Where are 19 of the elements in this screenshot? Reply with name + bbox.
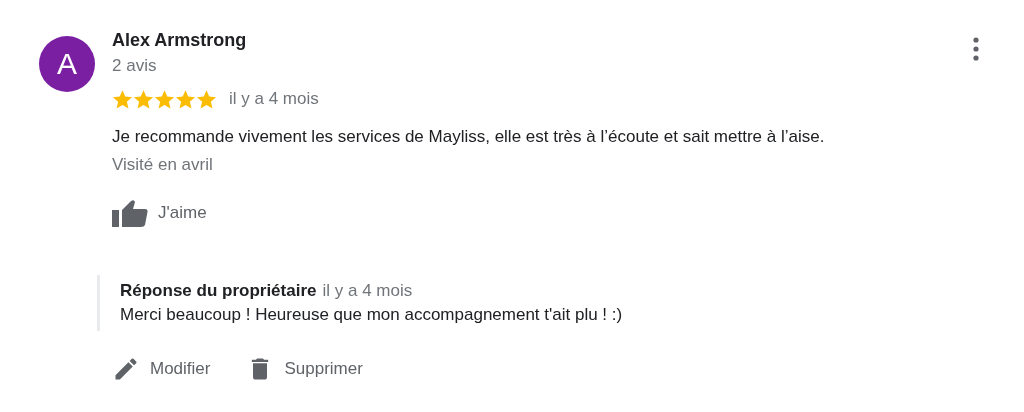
star-icon: [133, 88, 154, 110]
reply-time: il y a 4 mois: [322, 280, 413, 302]
star-icon: [112, 88, 133, 110]
star-icon: [154, 88, 175, 110]
thumbs-up-icon: [112, 199, 148, 227]
reply-title: Réponse du propriétaire: [120, 280, 317, 302]
star-icon: [175, 88, 196, 110]
author-name[interactable]: Alex Armstrong: [112, 28, 973, 52]
avatar: A: [39, 36, 95, 92]
reply-text: Merci beaucoup ! Heureuse que mon accompagnement t'ait plu ! :): [120, 304, 624, 326]
like-button[interactable]: J'aime: [112, 199, 207, 227]
review-count[interactable]: 2 avis: [112, 54, 973, 78]
edit-button[interactable]: Modifier: [112, 355, 211, 383]
visit-date: Visité en avril: [112, 154, 214, 176]
more-menu-icon[interactable]: [973, 37, 979, 61]
review-time: il y a 4 mois: [229, 89, 319, 109]
review-text: Je recommande vivement les services de Mayliss, elle est très à l’écoute et sait mettre à l’aise.: [112, 126, 826, 148]
star-icon: [196, 88, 217, 110]
delete-button[interactable]: Supprimer: [246, 355, 363, 383]
